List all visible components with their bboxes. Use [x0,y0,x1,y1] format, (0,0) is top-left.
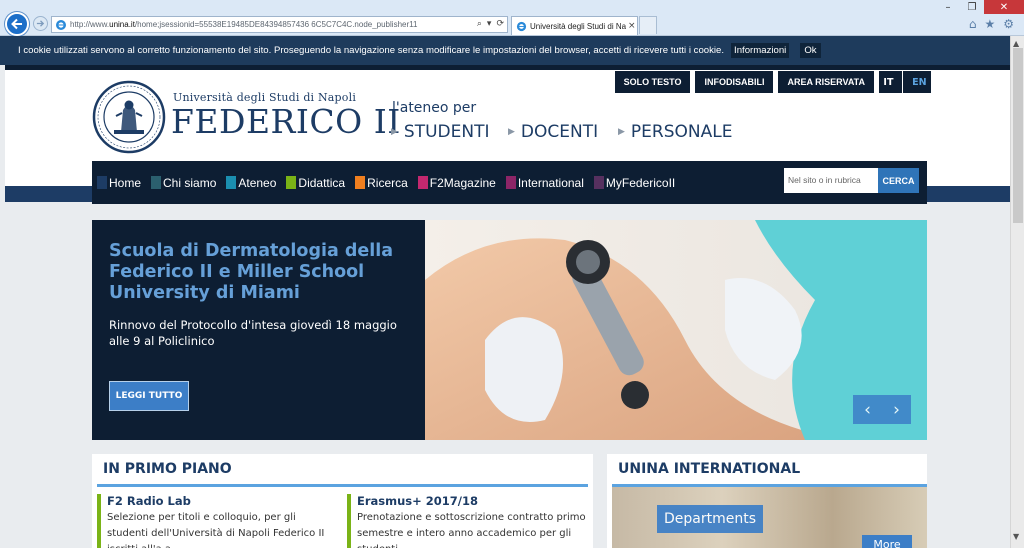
nav-item-home[interactable]: Home [97,176,141,190]
tab-title: Università degli Studi di Na... [530,21,626,31]
read-more-button[interactable]: LEGGI TUTTO [109,381,189,411]
nav-item-myfedericoii[interactable]: MyFedericoII [593,176,675,190]
international-photo: Departments More [612,487,927,548]
unina-international-title: UNINA INTERNATIONAL [618,461,801,477]
hero-slider: Scuola di Dermatologia della Federico II… [92,220,927,440]
hero-title[interactable]: Scuola di Dermatologia della Federico II… [109,241,409,304]
forward-button[interactable] [33,16,48,31]
lang-it-link[interactable]: IT [883,77,893,88]
slider-prev-button[interactable]: ‹ [853,395,882,424]
nav-item-didattica[interactable]: Didattica [286,176,345,190]
nav-item-ateneo[interactable]: Ateneo [226,176,276,190]
new-tab-button[interactable] [639,16,657,34]
title-underline [97,484,588,487]
nav-item-ricerca[interactable]: Ricerca [355,176,408,190]
studenti-link[interactable]: ▶ STUDENTI [391,122,490,142]
arrow-left-icon [11,18,22,30]
nav-color-swatch [417,176,428,189]
hero-text: Rinnovo del Protocollo d'intesa giovedì … [109,318,397,348]
home-icon[interactable]: ⌂ [969,17,977,31]
dermatology-photo [425,220,927,440]
back-button[interactable] [5,12,29,36]
cookie-banner: I cookie utilizzati servono al corretto … [0,36,1010,65]
vertical-scrollbar[interactable]: ▲ ▼ [1010,36,1024,548]
news-item[interactable]: Erasmus+ 2017/18 Prenotazione e sottoscr… [347,494,589,548]
settings-icon[interactable]: ⚙ [1003,17,1014,31]
triangle-right-icon: ▶ [391,127,398,137]
lang-en-link[interactable]: EN [912,77,926,88]
language-switcher: IT EN [879,71,931,93]
personale-link[interactable]: ▶ PERSONALE [618,122,732,142]
browser-tab[interactable]: Università degli Studi di Na... × [511,16,638,35]
primo-piano-card: IN PRIMO PIANO F2 Radio Lab Selezione pe… [92,454,593,548]
solo-testo-link[interactable]: SOLO TESTO [614,71,691,93]
browser-chrome: http://www.unina.it/home;jsessionid=5553… [0,0,1024,36]
dropdown-icon[interactable]: ▾ [487,19,492,29]
favorites-icon[interactable]: ★ [984,17,995,31]
search-input[interactable]: Nel sito o in rubrica [784,168,878,193]
main-nav: Home Chi siamo Ateneo Didattica Ricerca … [92,161,927,204]
university-name-federico: FEDERICO II [171,102,401,141]
primo-piano-title: IN PRIMO PIANO [103,461,232,477]
docenti-link[interactable]: ▶ DOCENTI [508,122,598,142]
nav-color-swatch [151,176,162,189]
departments-button[interactable]: Departments [657,505,764,533]
scroll-down-icon[interactable]: ▼ [1013,532,1019,541]
nav-item-international[interactable]: International [505,176,584,190]
unina-international-card: UNINA INTERNATIONAL Departments More [607,454,927,548]
scroll-up-icon[interactable]: ▲ [1013,39,1019,48]
search-icon[interactable]: ⌕ [477,19,482,29]
arrow-right-icon [36,20,45,27]
nav-color-swatch [286,176,297,189]
more-button[interactable]: More [862,535,912,548]
minimize-button[interactable]: – [936,0,960,14]
nav-color-swatch [226,176,237,189]
ateneo-per-label: l'ateneo per [392,100,477,116]
tab-close-icon[interactable]: × [628,21,636,31]
nav-item-chi-siamo[interactable]: Chi siamo [151,176,216,190]
nav-color-swatch [593,176,604,189]
university-seal-logo[interactable] [92,80,166,154]
restore-button[interactable]: ❐ [960,0,984,14]
slider-next-button[interactable]: › [882,395,911,424]
web-page: SOLO TESTO INFODISABILI AREA RISERVATA I… [5,65,1010,548]
nav-color-swatch [355,176,366,189]
area-riservata-link[interactable]: AREA RISERVATA [778,71,874,93]
cookie-text: I cookie utilizzati servono al corretto … [18,45,725,56]
refresh-icon[interactable]: ⟳ [496,19,504,29]
close-window-button[interactable]: ✕ [984,0,1024,14]
ie-tab-icon [516,21,527,31]
ie-icon [56,19,66,30]
cookie-info-button[interactable]: Informazioni [731,43,790,58]
triangle-right-icon: ▶ [618,127,625,137]
search-button[interactable]: CERCA [878,168,919,193]
triangle-right-icon: ▶ [508,127,515,137]
address-bar[interactable]: http://www.unina.it/home;jsessionid=5553… [51,16,508,33]
nav-item-f2magazine[interactable]: F2Magazine [417,176,496,190]
news-item[interactable]: F2 Radio Lab Selezione per titoli e coll… [97,494,339,548]
nav-color-swatch [97,176,107,189]
nav-color-swatch [505,176,516,189]
scroll-thumb[interactable] [1013,48,1023,223]
cookie-ok-button[interactable]: Ok [800,43,821,58]
url-text: http://www.unina.it/home;jsessionid=5553… [70,20,418,29]
infodisabili-link[interactable]: INFODISABILI [695,71,774,93]
